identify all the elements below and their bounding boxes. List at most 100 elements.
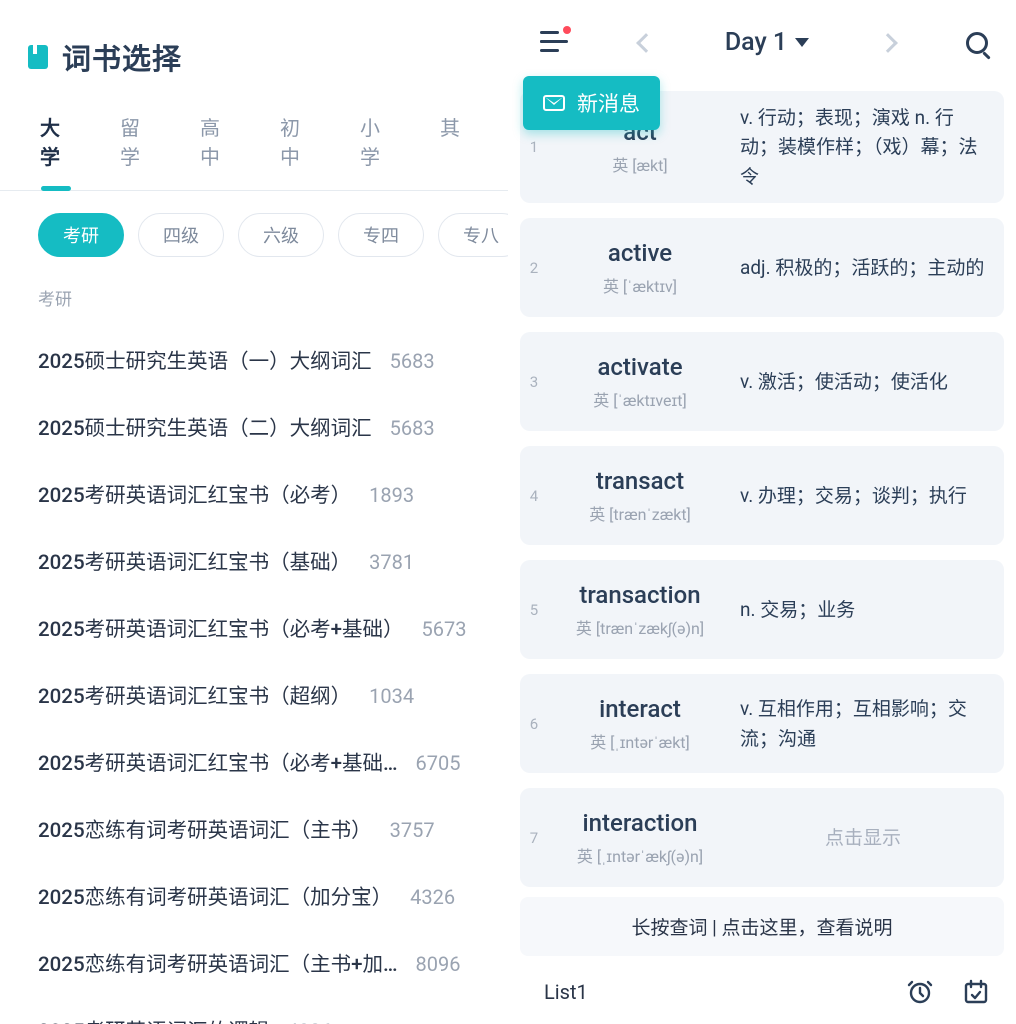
word-card[interactable]: 5transaction英 [trænˈzækʃ(ə)n]n. 交易；业务: [520, 560, 1004, 659]
right-header: Day 1: [508, 0, 1016, 77]
word-def-wrap[interactable]: v. 行动；表现；演戏 n. 行动；装模作样；（戏）幕；法令: [732, 91, 1004, 203]
book-count: 6705: [416, 730, 461, 797]
book-count: 5683: [390, 395, 435, 462]
word-head: activate英 [ˈæktɪveɪt]: [548, 332, 732, 431]
book-count: 3781: [369, 529, 414, 596]
search-icon[interactable]: [966, 32, 988, 54]
pill-kaoyan[interactable]: 考研: [38, 213, 124, 257]
book-count: 1893: [369, 462, 414, 529]
prev-day-button[interactable]: [637, 33, 657, 53]
word-phonetic: 英 [ˈæktɪveɪt]: [593, 387, 686, 411]
menu-icon[interactable]: [540, 31, 568, 55]
word-phonetic: 英 [ˈæktɪv]: [603, 273, 677, 297]
word-index: 7: [520, 788, 548, 887]
word-definition: v. 行动；表现；演戏 n. 行动；装模作样；（戏）幕；法令: [740, 103, 986, 191]
mail-icon: [543, 95, 565, 111]
book-row[interactable]: 2025硕士研究生英语（二）大纲词汇 5683: [0, 395, 508, 462]
new-message-badge[interactable]: 新消息: [523, 76, 660, 130]
day-title: Day 1: [725, 28, 787, 57]
book-row[interactable]: 2025考研英语词汇的逻辑 4826: [0, 998, 508, 1024]
word-card[interactable]: 6 interact 英 [ˌɪntərˈækt] v. 互相作用；互相影响；交流；沟…: [520, 674, 1004, 773]
word-reveal-button[interactable]: 点击显示: [740, 823, 986, 852]
tab-abroad[interactable]: 留学: [120, 102, 152, 190]
book-icon: [28, 45, 48, 69]
book-name: 2025恋练有词考研英语词汇（加分宝）: [38, 865, 392, 932]
word-phonetic: 英 [trænˈzækt]: [589, 501, 691, 525]
word-phonetic: 英 [trænˈzækʃ(ə)n]: [576, 615, 704, 639]
book-name: 2025考研英语词汇红宝书（必考+基础…: [38, 731, 398, 798]
word-def-wrap[interactable]: v. 办理；交易；谈判；执行: [732, 446, 1004, 545]
word-list-panel: Day 1 新消息 1act英 [ækt]v. 行动；表现；演戏 n. 行动；装…: [508, 0, 1016, 1024]
word-english: transact: [596, 467, 684, 495]
book-list[interactable]: 2025硕士研究生英语（一）大纲词汇56832025硕士研究生英语（二）大纲词汇…: [0, 328, 508, 1024]
tab-highschool[interactable]: 高中: [200, 102, 232, 190]
word-head: transact 英 [trænˈzækt]: [548, 446, 732, 545]
pill-cet4[interactable]: 四级: [138, 213, 224, 257]
book-row[interactable]: 2025恋练有词考研英语词汇（主书） 3757: [0, 797, 508, 864]
book-selection-panel: 词书选择 大学 留学 高中 初中 小学 其 考研 四级 六级 专四 专八 考研 …: [0, 0, 508, 1024]
book-count: 4326: [410, 864, 455, 931]
word-def-wrap[interactable]: v. 激活；使活动；使活化: [732, 332, 1004, 431]
book-name: 2025硕士研究生英语（二）大纲词汇: [38, 396, 372, 463]
word-definition: n. 交易；业务: [740, 595, 855, 624]
pill-cet6[interactable]: 六级: [238, 213, 324, 257]
word-definition: v. 激活；使活动；使活化: [740, 367, 948, 396]
word-card[interactable]: 7interaction英 [ˌɪntərˈækʃ(ə)n]点击显示: [520, 788, 1004, 887]
word-card[interactable]: 4transact英 [trænˈzækt]v. 办理；交易；谈判；执行: [520, 446, 1004, 545]
book-row[interactable]: 2025硕士研究生英语（一）大纲词汇5683: [0, 328, 508, 395]
book-name: 2025硕士研究生英语（一）大纲词汇: [38, 329, 372, 396]
word-head: interact 英 [ˌɪntərˈækt]: [548, 674, 732, 773]
word-index: 2: [520, 218, 548, 317]
book-row[interactable]: 2025考研英语词汇红宝书（基础） 3781: [0, 529, 508, 596]
day-selector[interactable]: Day 1: [725, 28, 809, 57]
word-definition: v. 办理；交易；谈判；执行: [740, 481, 967, 510]
bottom-bar: List1: [508, 964, 1016, 1024]
word-phonetic: 英 [ˌɪntərˈækʃ(ə)n]: [577, 843, 703, 867]
calendar-icon[interactable]: [962, 978, 990, 1006]
book-name: 2025考研英语词汇红宝书（必考）: [38, 463, 351, 530]
alarm-icon[interactable]: [906, 978, 934, 1006]
book-count: 1034: [369, 663, 414, 730]
pill-tem4[interactable]: 专四: [338, 213, 424, 257]
page-title: 词书选择: [62, 36, 182, 78]
book-name: 2025考研英语词汇红宝书（必考+基础）: [38, 597, 404, 664]
tab-university[interactable]: 大学: [40, 102, 72, 190]
word-index: 6: [520, 674, 548, 773]
word-english: interact: [599, 695, 681, 723]
word-phonetic: 英 [ˌɪntərˈækt]: [590, 729, 690, 753]
word-definition: adj. 积极的；活跃的；主动的: [740, 253, 984, 282]
book-row[interactable]: 2025恋练有词考研英语词汇（主书+加…8096: [0, 931, 508, 998]
category-tabs: 大学 留学 高中 初中 小学 其: [0, 102, 508, 191]
book-count: 5673: [422, 596, 467, 663]
word-index: 5: [520, 560, 548, 659]
tab-primary[interactable]: 小学: [360, 102, 392, 190]
book-row[interactable]: 2025考研英语词汇红宝书（超纲） 1034: [0, 663, 508, 730]
book-row[interactable]: 2025考研英语词汇红宝书（必考+基础） 5673: [0, 596, 508, 663]
word-def-wrap[interactable]: v. 互相作用；互相影响；交流；沟通: [732, 674, 1004, 773]
word-def-wrap[interactable]: 点击显示: [732, 788, 1004, 887]
hint-bar[interactable]: 长按查词 | 点击这里，查看说明: [520, 897, 1004, 956]
book-count: 4826: [287, 998, 332, 1024]
next-day-button[interactable]: [878, 33, 898, 53]
book-count: 3757: [390, 797, 435, 864]
book-row[interactable]: 2025考研英语词汇红宝书（必考+基础… 6705: [0, 730, 508, 797]
word-index: 3: [520, 332, 548, 431]
book-name: 2025考研英语词汇红宝书（超纲）: [38, 664, 351, 731]
caret-down-icon: [795, 38, 809, 47]
notification-dot-icon: [563, 26, 571, 34]
book-row[interactable]: 2025恋练有词考研英语词汇（加分宝） 4326: [0, 864, 508, 931]
book-name: 2025考研英语词汇的逻辑: [38, 999, 269, 1024]
word-card[interactable]: 3activate英 [ˈæktɪveɪt] v. 激活；使活动；使活化: [520, 332, 1004, 431]
book-name: 2025考研英语词汇红宝书（基础）: [38, 530, 351, 597]
word-list[interactable]: 1act英 [ækt]v. 行动；表现；演戏 n. 行动；装模作样；（戏）幕；法…: [508, 91, 1016, 897]
book-row[interactable]: 2025考研英语词汇红宝书（必考） 1893: [0, 462, 508, 529]
tab-other[interactable]: 其: [440, 102, 460, 190]
tab-middleschool[interactable]: 初中: [280, 102, 312, 190]
pill-tem8[interactable]: 专八: [438, 213, 508, 257]
word-def-wrap[interactable]: adj. 积极的；活跃的；主动的: [732, 218, 1004, 317]
word-def-wrap[interactable]: n. 交易；业务: [732, 560, 1004, 659]
word-card[interactable]: 2active英 [ˈæktɪv]adj. 积极的；活跃的；主动的: [520, 218, 1004, 317]
book-name: 2025恋练有词考研英语词汇（主书）: [38, 798, 372, 865]
new-message-label: 新消息: [577, 88, 640, 118]
list-tab[interactable]: List1: [534, 974, 598, 1010]
